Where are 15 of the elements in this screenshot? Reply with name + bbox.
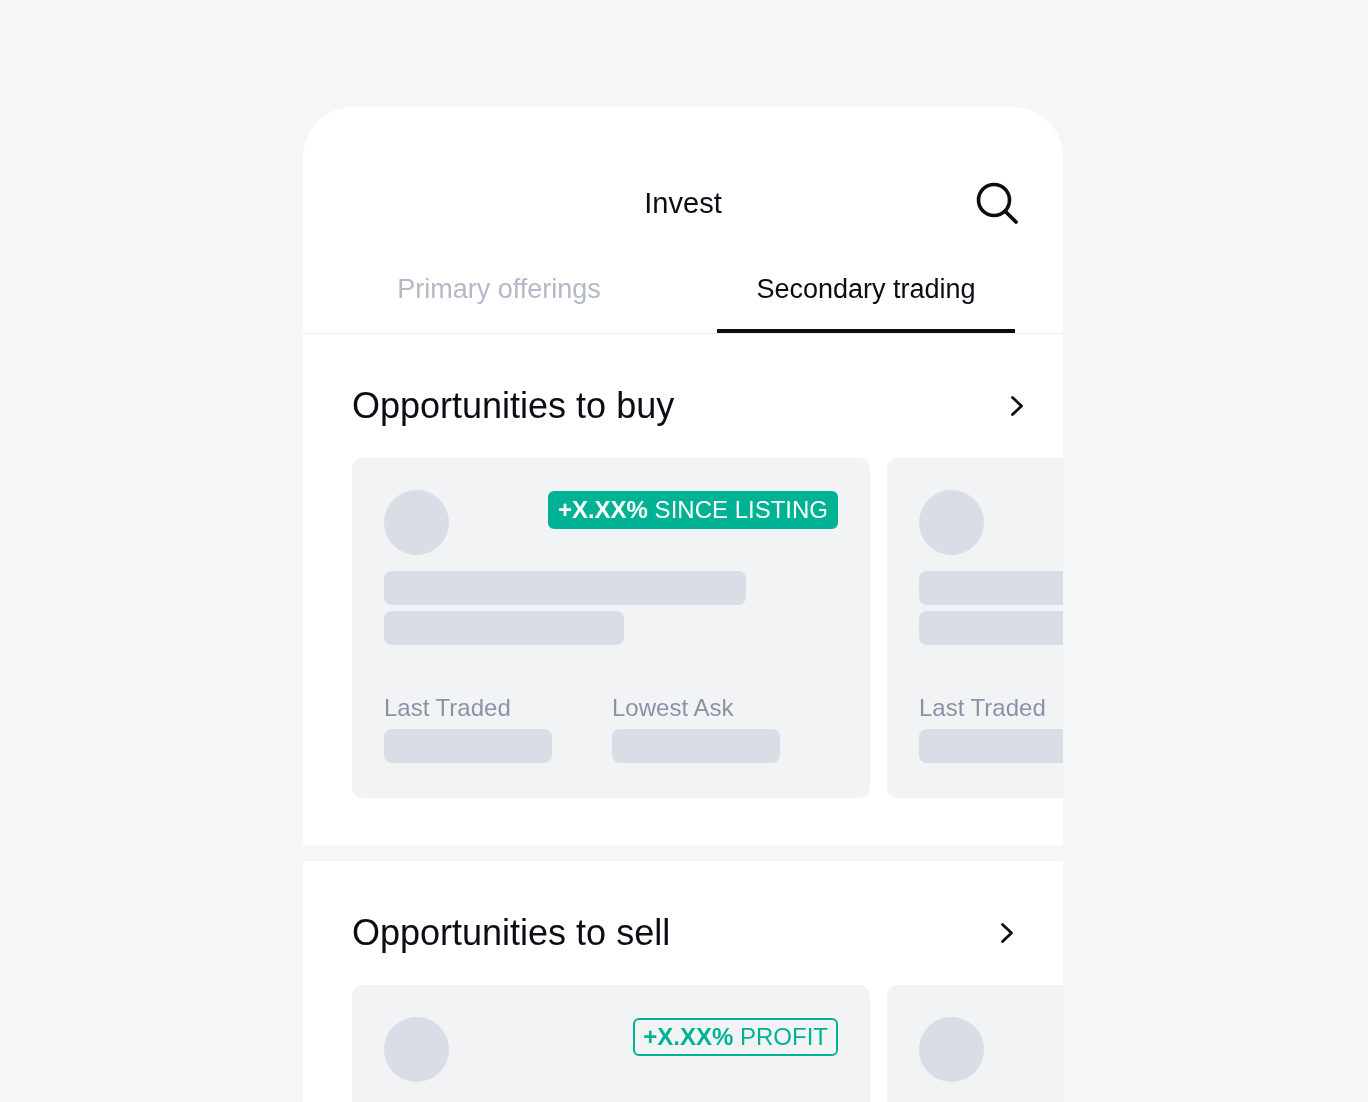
stat-label: Last Traded xyxy=(384,694,511,722)
section-title: Opportunities to buy xyxy=(352,384,675,428)
chevron-right-icon[interactable] xyxy=(1000,922,1014,944)
opportunity-card[interactable]: +X.XX% PROFIT xyxy=(352,985,870,1102)
opportunity-card[interactable]: Last Traded xyxy=(887,458,1063,798)
section-title: Opportunities to sell xyxy=(352,911,671,955)
page-title: Invest xyxy=(644,186,722,220)
percentage-badge: +X.XX% PROFIT xyxy=(633,1018,838,1056)
tab[interactable]: Primary offerings xyxy=(350,253,648,333)
search-icon[interactable] xyxy=(976,182,1018,224)
percentage-badge: +X.XX% SINCE LISTING xyxy=(547,491,838,529)
stat-label: Lowest Ask xyxy=(612,694,734,722)
stat-label: Last Traded xyxy=(919,694,1046,722)
opportunity-card[interactable]: +X.XX% SINCE LISTING Last Traded Lowest Ask xyxy=(352,458,870,798)
chevron-right-icon[interactable] xyxy=(1010,395,1024,417)
